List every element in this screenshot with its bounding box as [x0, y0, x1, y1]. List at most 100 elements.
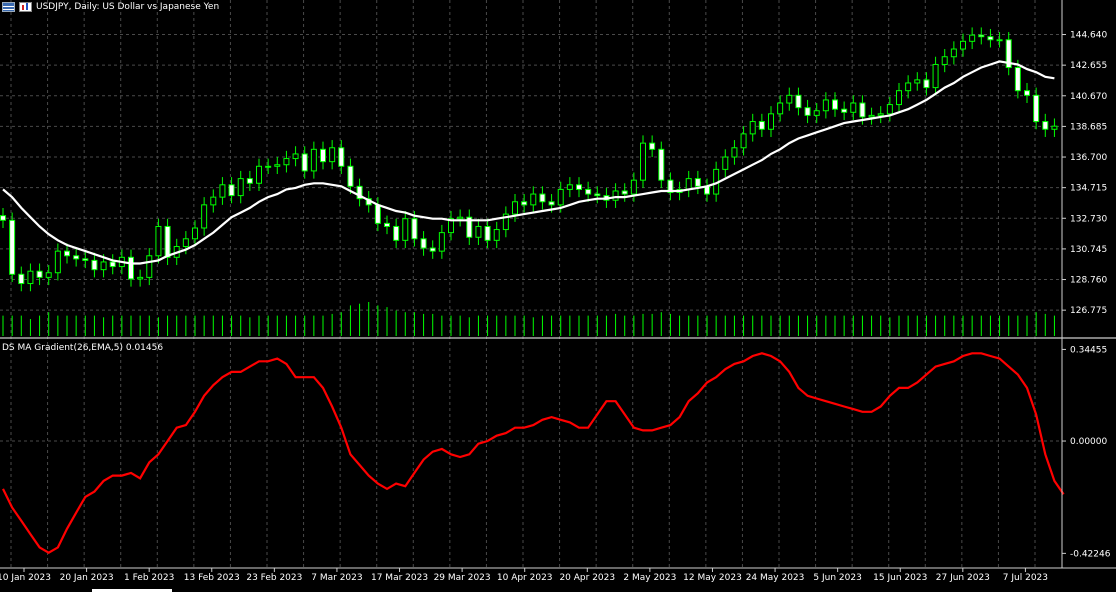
time-tick-label: 10 Apr 2023 [497, 573, 553, 583]
candle-body-bull [786, 94, 793, 104]
candle-body-bear [832, 99, 838, 110]
candle-body-bull [941, 56, 948, 65]
candle-body-bear [1014, 67, 1021, 92]
candle-body-bear [109, 261, 116, 268]
candle-body-bear [82, 258, 89, 261]
indicator-title: DS MA Gradient(26,EMA,5) 0.01456 [2, 343, 163, 353]
candle-body-bull [877, 113, 884, 116]
candle-body-bull [265, 165, 272, 168]
candle-body-bull [283, 158, 290, 166]
candle-body-bull [274, 164, 281, 167]
candle-body-bull [192, 227, 198, 240]
candle-body-bull [329, 147, 336, 163]
chart-header: USDJPY, Daily: US Dollar vs Japanese Yen [2, 2, 219, 12]
indicator-tick-label: 0.00000 [1070, 437, 1107, 447]
candle-body-bull [969, 34, 976, 42]
candle-body-bull [457, 216, 464, 220]
candle-body-bear [841, 108, 848, 113]
candle-body-bull [512, 201, 518, 215]
candle-body-bull [768, 113, 774, 130]
bar-chart-icon[interactable] [19, 2, 32, 12]
candle-body-bull [886, 104, 893, 115]
candle-body-bull [237, 178, 244, 197]
chart-background [0, 0, 1116, 592]
table-icon[interactable] [2, 2, 15, 12]
time-tick-label: 20 Jan 2023 [60, 573, 114, 583]
candle-body-bear [374, 204, 381, 224]
candle-body-bear [1024, 90, 1030, 96]
candle-body-bull [475, 225, 482, 238]
candle-body-bear [694, 178, 701, 187]
candle-body-bull [100, 261, 107, 271]
candle-body-bear [164, 225, 171, 258]
time-tick-label: 15 Jun 2023 [873, 573, 927, 583]
candle-body-bear [923, 79, 930, 89]
time-tick-label: 24 May 2023 [746, 573, 805, 583]
price-tick-label: 132.730 [1070, 214, 1107, 224]
candle-body-bull [950, 48, 957, 58]
price-tick-label: 142.655 [1070, 61, 1107, 71]
candle-body-bull [685, 178, 692, 190]
candle-body-bull [137, 276, 144, 280]
candle-body-bull [146, 255, 153, 278]
price-tick-label: 128.760 [1070, 276, 1107, 286]
candle-body-bull [640, 142, 646, 181]
candle-body-bull [201, 204, 208, 229]
candle-body-bull [493, 229, 500, 241]
candle-body-bull [45, 272, 52, 278]
candle-body-bear [658, 148, 665, 181]
time-tick-label: 2 May 2023 [623, 573, 676, 583]
candle-body-bull [530, 193, 537, 206]
candle-body-bull [219, 184, 226, 198]
price-tick-label: 140.670 [1070, 92, 1107, 102]
time-tick-label: 7 Jul 2023 [1003, 573, 1048, 583]
candle-body-bull [210, 196, 217, 206]
candle-body-bear [795, 94, 802, 109]
time-tick-label: 1 Feb 2023 [124, 573, 174, 583]
candle-body-bull [932, 63, 939, 89]
candle-body-bear [91, 259, 98, 271]
candle-body-bear [539, 193, 546, 203]
time-tick-label: 23 Feb 2023 [246, 573, 302, 583]
trading-chart[interactable]: 144.640 142.655 140.670 138.685 136.700 134.7… [0, 0, 1116, 592]
candle-body-bull [722, 156, 729, 170]
candle-body-bear [548, 201, 555, 206]
candle-body-bull [777, 102, 784, 115]
candle-body-bear [64, 250, 70, 257]
time-tick-label: 27 Jun 2023 [936, 573, 990, 583]
candle-body-bear [1042, 121, 1049, 130]
candle-body-bear [301, 153, 308, 172]
candle-body-bull [914, 79, 921, 84]
candle-body-bear [73, 255, 80, 260]
time-tick-label: 29 Mar 2023 [434, 573, 491, 583]
candle-body-bear [338, 147, 345, 167]
candle-body-bull [896, 90, 902, 106]
candle-body-bull [612, 190, 619, 201]
candle-body-bull [996, 39, 1003, 42]
candle-body-bear [576, 184, 582, 190]
time-tick-label: 5 Jun 2023 [813, 573, 861, 583]
candle-body-bear [804, 107, 811, 116]
candle-body-bull [256, 165, 262, 184]
time-tick-label: 10 Jan 2023 [0, 573, 51, 583]
candle-body-bear [320, 148, 326, 163]
candle-body-bull [813, 110, 820, 116]
candle-body-bear [36, 270, 43, 278]
candle-body-bull [731, 147, 738, 158]
candle-body-bull [960, 40, 966, 50]
candle-body-bull [182, 238, 189, 248]
candle-body-bear [594, 193, 601, 197]
candle-body-bear [484, 225, 491, 241]
candle-body-bear [429, 247, 436, 252]
candle-body-bull [438, 232, 445, 252]
candle-body-bear [393, 225, 400, 241]
candle-body-bear [0, 215, 6, 221]
candle-body-bull [292, 153, 299, 160]
indicator-tick-label: -0.42246 [1070, 549, 1111, 559]
time-tick-label: 12 May 2023 [683, 573, 742, 583]
candle-body-bear [987, 36, 994, 41]
candle-body-bear [9, 219, 16, 275]
indicator-tick-label: 0.34455 [1070, 345, 1107, 355]
candle-body-bull [630, 179, 637, 195]
candle-body-bear [128, 256, 134, 280]
